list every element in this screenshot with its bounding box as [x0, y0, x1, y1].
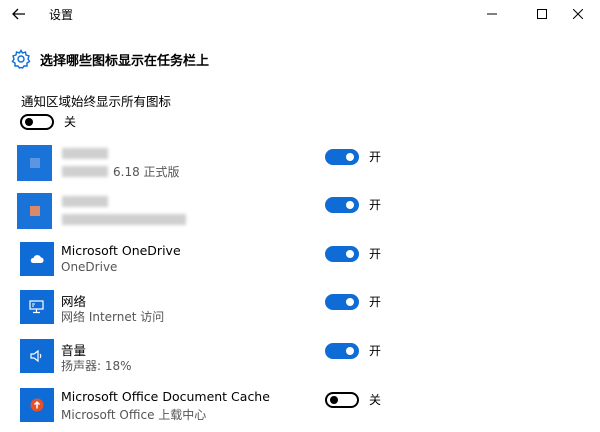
- page-title: 选择哪些图标显示在任务栏上: [40, 53, 210, 69]
- toggle-state: 开: [369, 295, 382, 309]
- network-toggle[interactable]: [325, 293, 359, 310]
- list-item: 音量 扬声器: 18% 开: [0, 339, 600, 383]
- toggle-setting: 开: [325, 148, 381, 165]
- always-show-state: 关: [64, 115, 77, 129]
- upload-icon: [30, 398, 44, 412]
- toggle-setting: 开: [325, 342, 381, 359]
- redacted-app-name: [62, 196, 108, 207]
- redacted-app-name: [62, 148, 108, 159]
- gear-icon: [10, 48, 32, 70]
- title-bar: 设置: [0, 0, 600, 28]
- app-toggle[interactable]: [325, 148, 359, 165]
- toggle-setting: 开: [325, 293, 381, 310]
- list-item: Microsoft Office Document Cache Microsof…: [0, 388, 600, 432]
- toggle-state: 开: [369, 198, 382, 212]
- toggle-state: 关: [369, 393, 382, 407]
- window-title: 设置: [49, 8, 74, 22]
- back-arrow-icon: [12, 8, 25, 20]
- close-icon: [573, 9, 583, 19]
- minimize-button[interactable]: [470, 0, 514, 28]
- volume-app-icon: [20, 339, 54, 373]
- speaker-icon: [30, 349, 42, 363]
- list-item: 网络 网络 Internet 访问 开: [0, 290, 600, 334]
- app-subtitle: OneDrive: [61, 260, 118, 274]
- blurred-app-icon: [17, 193, 52, 229]
- always-show-label: 通知区域始终显示所有图标: [21, 94, 172, 109]
- page-header: 选择哪些图标显示在任务栏上: [10, 47, 209, 71]
- back-button[interactable]: [8, 4, 30, 24]
- volume-toggle[interactable]: [325, 342, 359, 359]
- network-app-icon: [20, 290, 54, 324]
- list-item: 开: [0, 193, 600, 237]
- toggle-state: 开: [369, 247, 382, 261]
- toggle-setting: 开: [325, 245, 381, 262]
- network-icon: [29, 300, 44, 314]
- redacted-subtitle: [62, 166, 108, 177]
- app-name: Microsoft Office Document Cache: [61, 389, 270, 404]
- close-button[interactable]: [556, 0, 600, 28]
- list-item: 6.18 正式版 开: [0, 145, 600, 189]
- toggle-setting: 开: [325, 196, 381, 213]
- blurred-app-icon: [17, 145, 52, 181]
- maximize-icon: [537, 9, 547, 19]
- office-cache-toggle[interactable]: [325, 391, 359, 408]
- minimize-icon: [487, 13, 497, 15]
- toggle-state: 开: [369, 344, 382, 358]
- toggle-setting: 关: [325, 391, 381, 408]
- app-subtitle: 扬声器: 18%: [61, 359, 132, 373]
- onedrive-toggle[interactable]: [325, 245, 359, 262]
- app-subtitle: 网络 Internet 访问: [61, 310, 165, 324]
- app-subtitle: Microsoft Office 上载中心: [61, 408, 207, 422]
- onedrive-icon: [20, 242, 54, 276]
- app-toggle[interactable]: [325, 196, 359, 213]
- list-item: Microsoft OneDrive OneDrive 开: [0, 242, 600, 286]
- toggle-state: 开: [369, 150, 382, 164]
- app-subtitle: 6.18 正式版: [113, 165, 180, 179]
- always-show-toggle[interactable]: [20, 113, 54, 130]
- cloud-icon: [30, 255, 44, 263]
- office-cache-app-icon: [20, 388, 54, 422]
- redacted-subtitle: [62, 214, 186, 225]
- app-name: Microsoft OneDrive: [61, 243, 181, 258]
- always-show-setting: 关: [20, 113, 76, 130]
